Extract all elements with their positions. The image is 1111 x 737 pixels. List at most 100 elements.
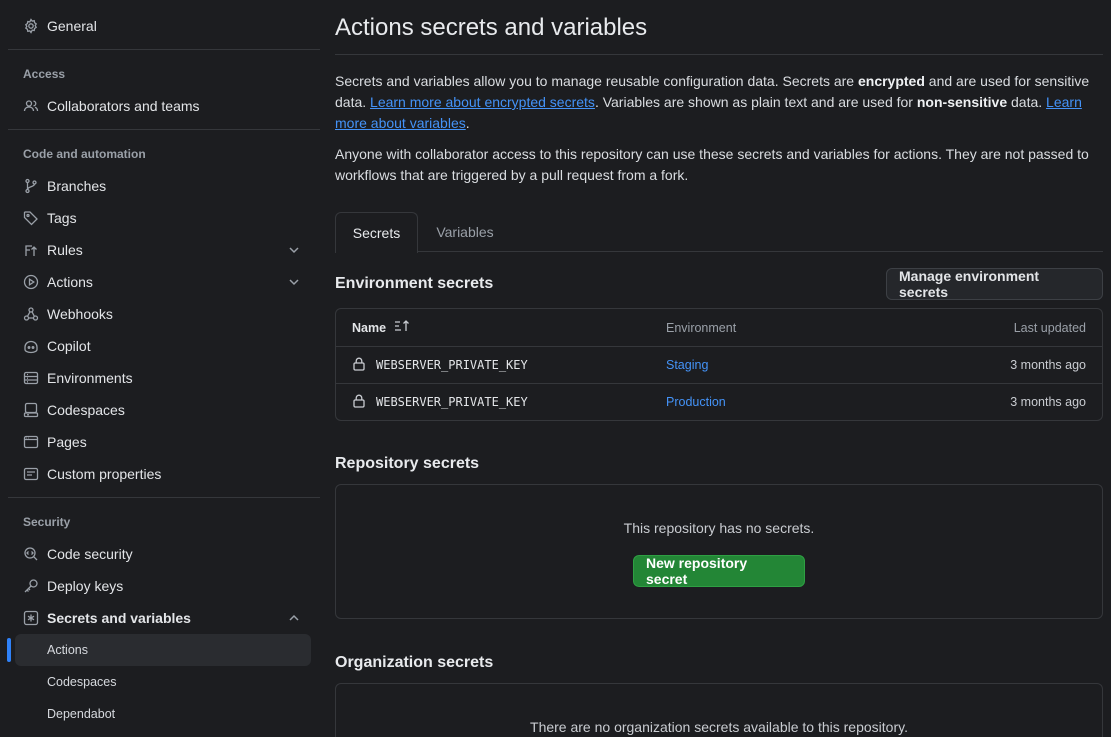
tab-label: Secrets: [352, 225, 401, 241]
intro-emphasis-encrypted: encrypted: [857, 73, 925, 89]
tab-label: Variables: [436, 224, 494, 240]
secrets-variables-tabs: Secrets Variables: [335, 212, 1103, 253]
environment-link-production[interactable]: Production: [666, 395, 726, 409]
intro-text: data.: [1007, 94, 1047, 110]
environment-link-staging[interactable]: Staging: [666, 358, 708, 372]
sidebar-item-label: General: [47, 18, 97, 34]
tab-secrets[interactable]: Secrets: [335, 212, 418, 253]
sidebar-item-general[interactable]: General: [15, 10, 311, 42]
tab-variables[interactable]: Variables: [419, 212, 511, 252]
gear-icon: [23, 18, 39, 34]
intro-text: . Variables are shown as plain text and …: [594, 94, 917, 110]
chevron-down-icon[interactable]: [287, 243, 301, 257]
sidebar-item-custom-properties[interactable]: Custom properties: [15, 458, 311, 490]
webhook-icon: [23, 306, 39, 322]
sidebar-item-copilot[interactable]: Copilot: [15, 330, 311, 362]
sidebar-item-secrets-variables[interactable]: Secrets and variables: [15, 602, 311, 634]
lock-icon: [352, 357, 376, 374]
sidebar-item-label: Collaborators and teams: [47, 98, 200, 114]
environment-secrets-table: Name Environment Last updated WEBSERVER_…: [335, 308, 1103, 421]
codescan-icon: [23, 546, 39, 562]
secret-last-updated: 3 months ago: [1010, 395, 1086, 409]
access-note: Anyone with collaborator access to this …: [335, 146, 1089, 183]
repository-secrets-heading: Repository secrets: [335, 455, 480, 472]
secret-name: WEBSERVER_PRIVATE_KEY: [376, 358, 528, 372]
asterisk-box-icon: [23, 610, 39, 626]
sidebar-item-tags[interactable]: Tags: [15, 202, 311, 234]
table-header-row: Name Environment Last updated: [336, 309, 1102, 346]
intro-text: Secrets and variables allow you to manag…: [335, 73, 858, 89]
secret-name: WEBSERVER_PRIVATE_KEY: [376, 395, 528, 409]
column-label: Name: [352, 320, 387, 335]
sidebar-item-pages[interactable]: Pages: [15, 426, 311, 458]
sidebar-item-label: Pages: [47, 434, 87, 450]
repository-secrets-box: This repository has no secrets. New repo…: [335, 484, 1103, 619]
sidebar-subitem-actions[interactable]: Actions: [7, 634, 311, 666]
button-label: Manage environment secrets: [899, 268, 1040, 300]
sidebar-item-rules[interactable]: Rules: [15, 234, 311, 266]
sidebar-item-label: Deploy keys: [47, 578, 124, 594]
people-icon: [23, 98, 39, 114]
sidebar-item-actions[interactable]: Actions: [15, 266, 311, 298]
sidebar-item-webhooks[interactable]: Webhooks: [15, 298, 311, 330]
sidebar-item-codespaces[interactable]: Codespaces: [15, 394, 311, 426]
button-label: New repository secret: [646, 555, 748, 587]
settings-page: General Access Collaborators and teams C…: [0, 0, 1111, 737]
server-icon: [23, 370, 39, 386]
column-header-name[interactable]: Name: [352, 309, 410, 346]
section-heading-security: Security: [23, 515, 71, 529]
sidebar-item-label: Rules: [47, 242, 83, 258]
sidebar-divider: [8, 49, 320, 50]
sort-asc-icon[interactable]: [386, 319, 410, 336]
sidebar-item-label: Copilot: [47, 338, 91, 354]
sidebar-divider: [8, 497, 320, 498]
sidebar-subitem-codespaces[interactable]: Codespaces: [15, 666, 311, 698]
section-heading-access: Access: [23, 67, 66, 81]
tag-icon: [23, 210, 39, 226]
note-icon: [23, 466, 39, 482]
sidebar-item-label: Tags: [47, 210, 77, 226]
chevron-down-icon[interactable]: [287, 275, 301, 289]
sidebar-item-environments[interactable]: Environments: [15, 362, 311, 394]
new-repository-secret-button[interactable]: New repository secret: [633, 555, 805, 587]
play-circle-icon: [23, 274, 39, 290]
page-title: Actions secrets and variables: [335, 14, 648, 41]
sidebar-item-collaborators[interactable]: Collaborators and teams: [15, 90, 311, 122]
sidebar-item-label: Codespaces: [47, 402, 125, 418]
chevron-up-icon[interactable]: [287, 611, 301, 625]
sidebar-item-label: Actions: [47, 274, 93, 290]
codespaces-icon: [23, 402, 39, 418]
table-row: WEBSERVER_PRIVATE_KEY Staging 3 months a…: [336, 346, 1102, 383]
table-row: WEBSERVER_PRIVATE_KEY Production 3 month…: [336, 383, 1102, 420]
intro-paragraph: Secrets and variables allow you to manag…: [335, 71, 1103, 134]
organization-secrets-heading: Organization secrets: [335, 654, 494, 671]
sidebar-item-deploy-keys[interactable]: Deploy keys: [15, 570, 311, 602]
key-icon: [23, 578, 39, 594]
sidebar-item-label: Branches: [47, 178, 107, 194]
title-divider: [335, 54, 1103, 55]
secret-last-updated: 3 months ago: [1010, 358, 1086, 372]
sidebar-item-label: Webhooks: [47, 306, 113, 322]
sidebar-item-label: Environments: [47, 370, 133, 386]
sidebar-subitem-dependabot[interactable]: Dependabot: [15, 698, 311, 730]
sidebar-item-branches[interactable]: Branches: [15, 170, 311, 202]
learn-more-secrets-link[interactable]: Learn more about encrypted secrets: [370, 94, 595, 110]
sidebar-subitem-label: Actions: [47, 643, 88, 657]
copilot-icon: [23, 338, 39, 354]
environment-secrets-heading: Environment secrets: [335, 275, 494, 292]
browser-icon: [23, 434, 39, 450]
secret-name-cell: WEBSERVER_PRIVATE_KEY: [352, 384, 528, 420]
sidebar-subitem-label: Dependabot: [47, 707, 116, 721]
manage-environment-secrets-button[interactable]: Manage environment secrets: [886, 268, 1103, 300]
intro-emphasis-non-sensitive: non-sensitive: [916, 94, 1008, 110]
column-header-last-updated: Last updated: [1013, 320, 1086, 335]
column-header-environment: Environment: [666, 320, 737, 335]
empty-state-message: There are no organization secrets availa…: [530, 719, 908, 735]
lock-icon: [352, 394, 376, 411]
section-heading-code-automation: Code and automation: [23, 147, 146, 161]
branch-icon: [23, 178, 39, 194]
sidebar-item-code-security[interactable]: Code security: [15, 538, 311, 570]
rules-icon: [23, 242, 39, 258]
sidebar-divider: [8, 129, 320, 130]
secret-environment-cell: Staging: [666, 347, 708, 383]
